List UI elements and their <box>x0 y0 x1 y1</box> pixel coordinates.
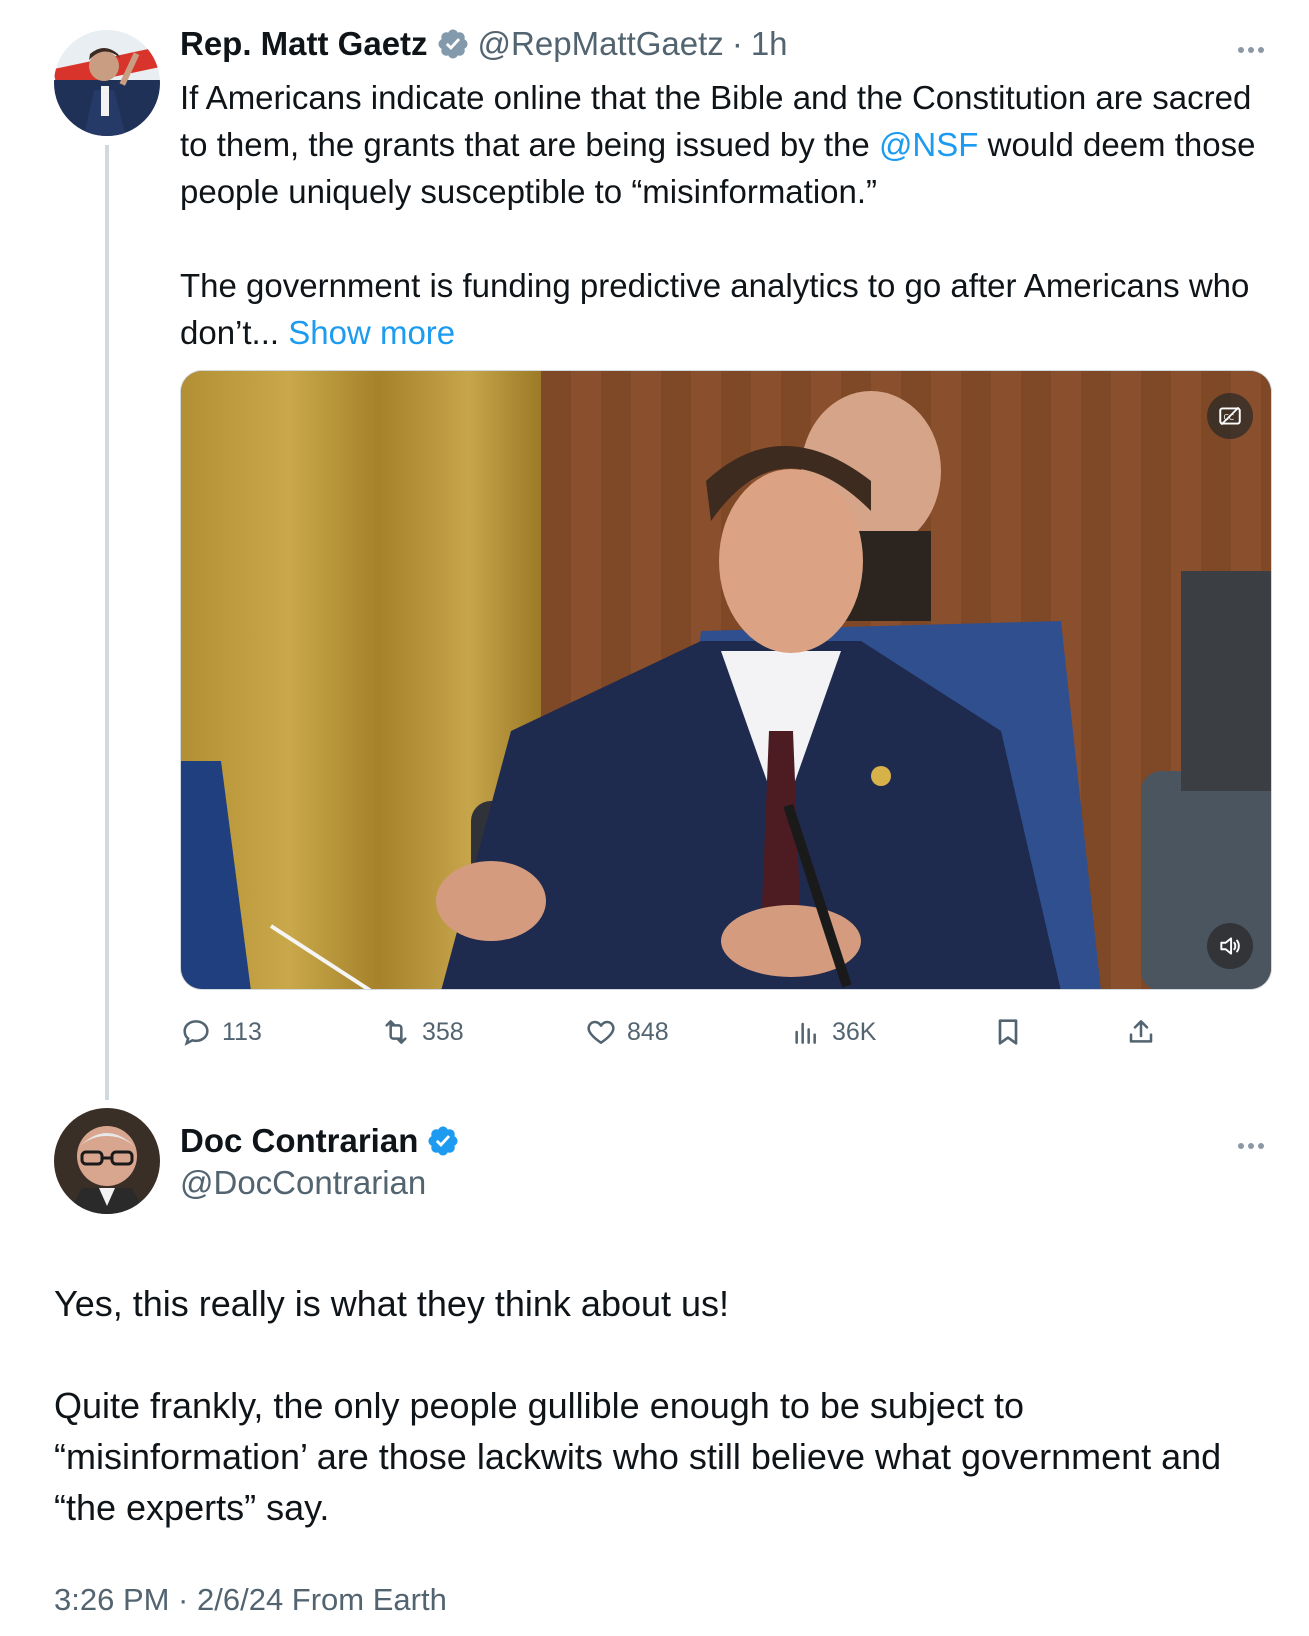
tweet-2-header: Doc Contrarian @DocContrarian <box>180 1120 468 1202</box>
reply-count: 113 <box>222 1017 262 1046</box>
show-more-link[interactable]: Show more <box>288 314 455 351</box>
repost-button[interactable]: 358 <box>380 1012 464 1052</box>
avatar-image <box>54 30 160 136</box>
share-button[interactable] <box>1125 1012 1167 1052</box>
paragraph: Yes, this really is what they think abou… <box>54 1283 730 1324</box>
bookmark-button[interactable] <box>992 1012 1034 1052</box>
author-handle[interactable]: @RepMattGaetz <box>478 25 724 63</box>
like-count: 848 <box>627 1017 669 1046</box>
more-options-icon[interactable] <box>1238 40 1270 53</box>
volume-icon[interactable] <box>1207 923 1253 969</box>
views-chart-icon <box>795 1022 816 1044</box>
author-handle[interactable]: @DocContrarian <box>180 1164 468 1202</box>
tweet-2-text: Yes, this really is what they think abou… <box>54 1278 1274 1533</box>
share-icon <box>1129 1020 1153 1043</box>
reply-button[interactable]: 113 <box>180 1012 262 1052</box>
post-time[interactable]: 1h <box>751 25 788 63</box>
reply-icon <box>183 1020 209 1046</box>
avatar[interactable] <box>54 1108 160 1214</box>
blue-verified-icon[interactable] <box>426 1124 460 1158</box>
author-name[interactable]: Doc Contrarian <box>180 1122 418 1160</box>
separator-dot: · <box>731 25 743 62</box>
avatar-image <box>54 1108 160 1214</box>
video-player[interactable]: CC <box>180 370 1272 990</box>
author-name[interactable]: Rep. Matt Gaetz <box>180 25 428 63</box>
repost-icon <box>385 1020 407 1044</box>
tweet-1-header: Rep. Matt Gaetz @RepMattGaetz · 1h <box>180 24 788 64</box>
like-button[interactable]: 848 <box>585 1012 669 1052</box>
thread-connector-line <box>105 145 109 1100</box>
avatar[interactable] <box>54 30 160 136</box>
captions-icon[interactable]: CC <box>1207 393 1253 439</box>
repost-count: 358 <box>422 1017 464 1046</box>
tweet-1-actions: 113 358 848 36K <box>180 1012 1160 1052</box>
mention-link[interactable]: @NSF <box>879 126 979 163</box>
gray-verified-icon[interactable] <box>436 27 470 61</box>
bookmark-icon <box>998 1019 1018 1045</box>
paragraph: Quite frankly, the only people gullible … <box>54 1385 1222 1528</box>
heart-icon <box>587 1020 615 1044</box>
post-timestamp[interactable]: 3:26 PM · 2/6/24 From Earth <box>54 1582 447 1618</box>
video-frame <box>181 371 1271 989</box>
view-count: 36K <box>832 1017 877 1046</box>
tweet-1-text: If Americans indicate online that the Bi… <box>180 74 1280 356</box>
views-button[interactable]: 36K <box>790 1012 876 1052</box>
more-options-icon[interactable] <box>1238 1136 1270 1149</box>
